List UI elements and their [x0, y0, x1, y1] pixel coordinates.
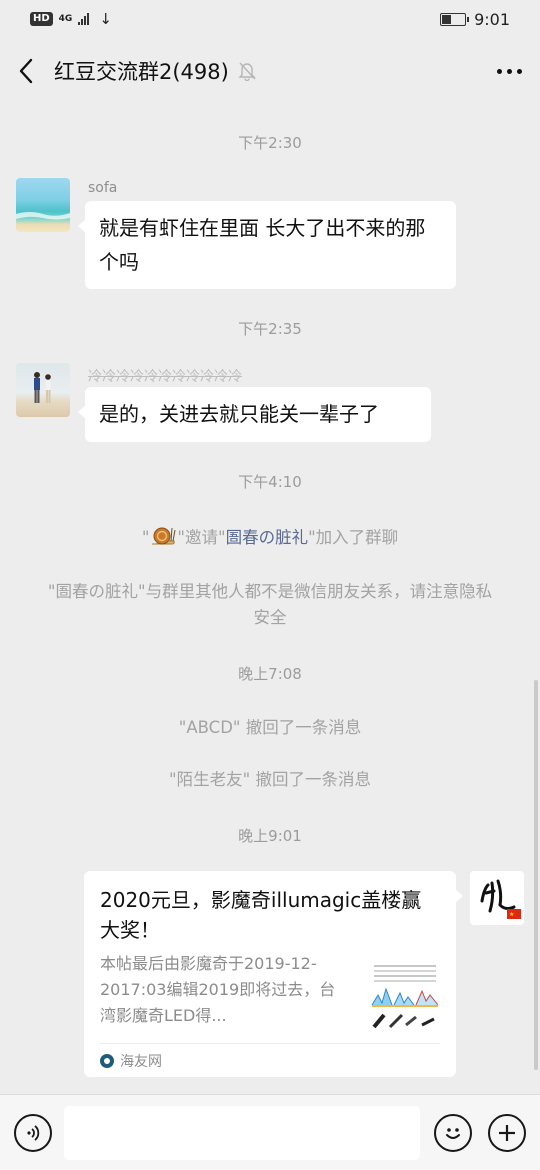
avatar-self[interactable]: ★: [470, 871, 524, 925]
plus-icon[interactable]: [488, 1113, 526, 1152]
status-bar: HD 4G ↓ 9:01: [0, 0, 540, 38]
invite-verb: "邀请": [177, 528, 226, 547]
message-input[interactable]: [64, 1105, 420, 1160]
avatar-couple[interactable]: [16, 363, 70, 417]
message-bubble[interactable]: 就是有虾住在里面 长大了出不来的那个吗: [78, 201, 456, 289]
recall-notice: "陌生老友" 撤回了一条消息: [169, 770, 371, 789]
battery-icon: [440, 12, 470, 26]
scrollbar[interactable]: [534, 680, 538, 1070]
chat-title: 红豆交流群2(498): [54, 60, 229, 84]
chat-header: 红豆交流群2(498): [0, 38, 540, 104]
more-dots-icon[interactable]: [497, 61, 522, 82]
system-invite-notice: " "邀请"圄春の脏礼"加入了群聊: [40, 523, 500, 555]
timestamp: 晚上9:01: [238, 827, 302, 845]
recall-notice: "ABCD" 撤回了一条消息: [178, 718, 362, 737]
invite-suffix: "加入了群聊: [308, 528, 399, 547]
voice-icon[interactable]: [14, 1113, 52, 1152]
timestamp: 下午2:35: [238, 320, 302, 338]
input-bar: [0, 1094, 540, 1170]
signal-icon: [78, 13, 90, 25]
link-card-title: 2020元旦，影魔奇illumagic盖楼赢大奖！: [100, 888, 422, 942]
avatar-sofa[interactable]: [16, 178, 70, 232]
back-arrow-icon[interactable]: [18, 56, 38, 86]
link-card-message[interactable]: 2020元旦，影魔奇illumagic盖楼赢大奖！ 本帖最后由影魔奇于2019-…: [84, 871, 463, 1077]
status-clock: 9:01: [474, 9, 510, 29]
download-icon: ↓: [99, 10, 112, 28]
snail-icon: [150, 523, 176, 555]
timestamp: 下午2:30: [238, 134, 302, 152]
status-left: HD 4G ↓: [30, 10, 112, 28]
link-card-description: 本帖最后由影魔奇于2019-12-2017:03编辑2019即将过去，台湾影魔奇…: [100, 954, 336, 1025]
network-type: 4G: [58, 13, 73, 24]
message-list[interactable]: 下午2:30 sofa 就是有虾住在里面 长大了出不来的那个吗 下午2:35 冷…: [0, 104, 540, 1094]
invitee-link[interactable]: 圄春の脏礼: [226, 528, 309, 547]
link-card-thumbnail: [370, 959, 440, 1035]
link-card-source-name: 海友网: [120, 1053, 162, 1070]
source-logo-icon: [100, 1053, 114, 1068]
privacy-notice: "圄春の脏礼"与群里其他人都不是微信朋友关系，请注意隐私安全: [47, 582, 493, 627]
sender-name: 冷冷冷冷冷冷冷冷冷冷冷: [88, 369, 242, 385]
mute-bell-icon: [237, 60, 259, 82]
sender-name: sofa: [88, 180, 118, 196]
svg-text:★: ★: [509, 911, 514, 918]
timestamp: 下午4:10: [238, 473, 302, 491]
hd-badge: HD: [30, 12, 53, 26]
link-card-body: 本帖最后由影魔奇于2019-12-2017:03编辑2019即将过去，台湾影魔奇…: [100, 951, 440, 1035]
invite-quote: ": [141, 528, 150, 547]
message-bubble[interactable]: 是的，关进去就只能关一辈子了: [78, 387, 431, 442]
link-card-source: 海友网: [100, 1043, 440, 1077]
timestamp: 晚上7:08: [238, 665, 302, 683]
emoji-icon[interactable]: [434, 1113, 472, 1152]
status-right: 9:01: [440, 10, 510, 29]
